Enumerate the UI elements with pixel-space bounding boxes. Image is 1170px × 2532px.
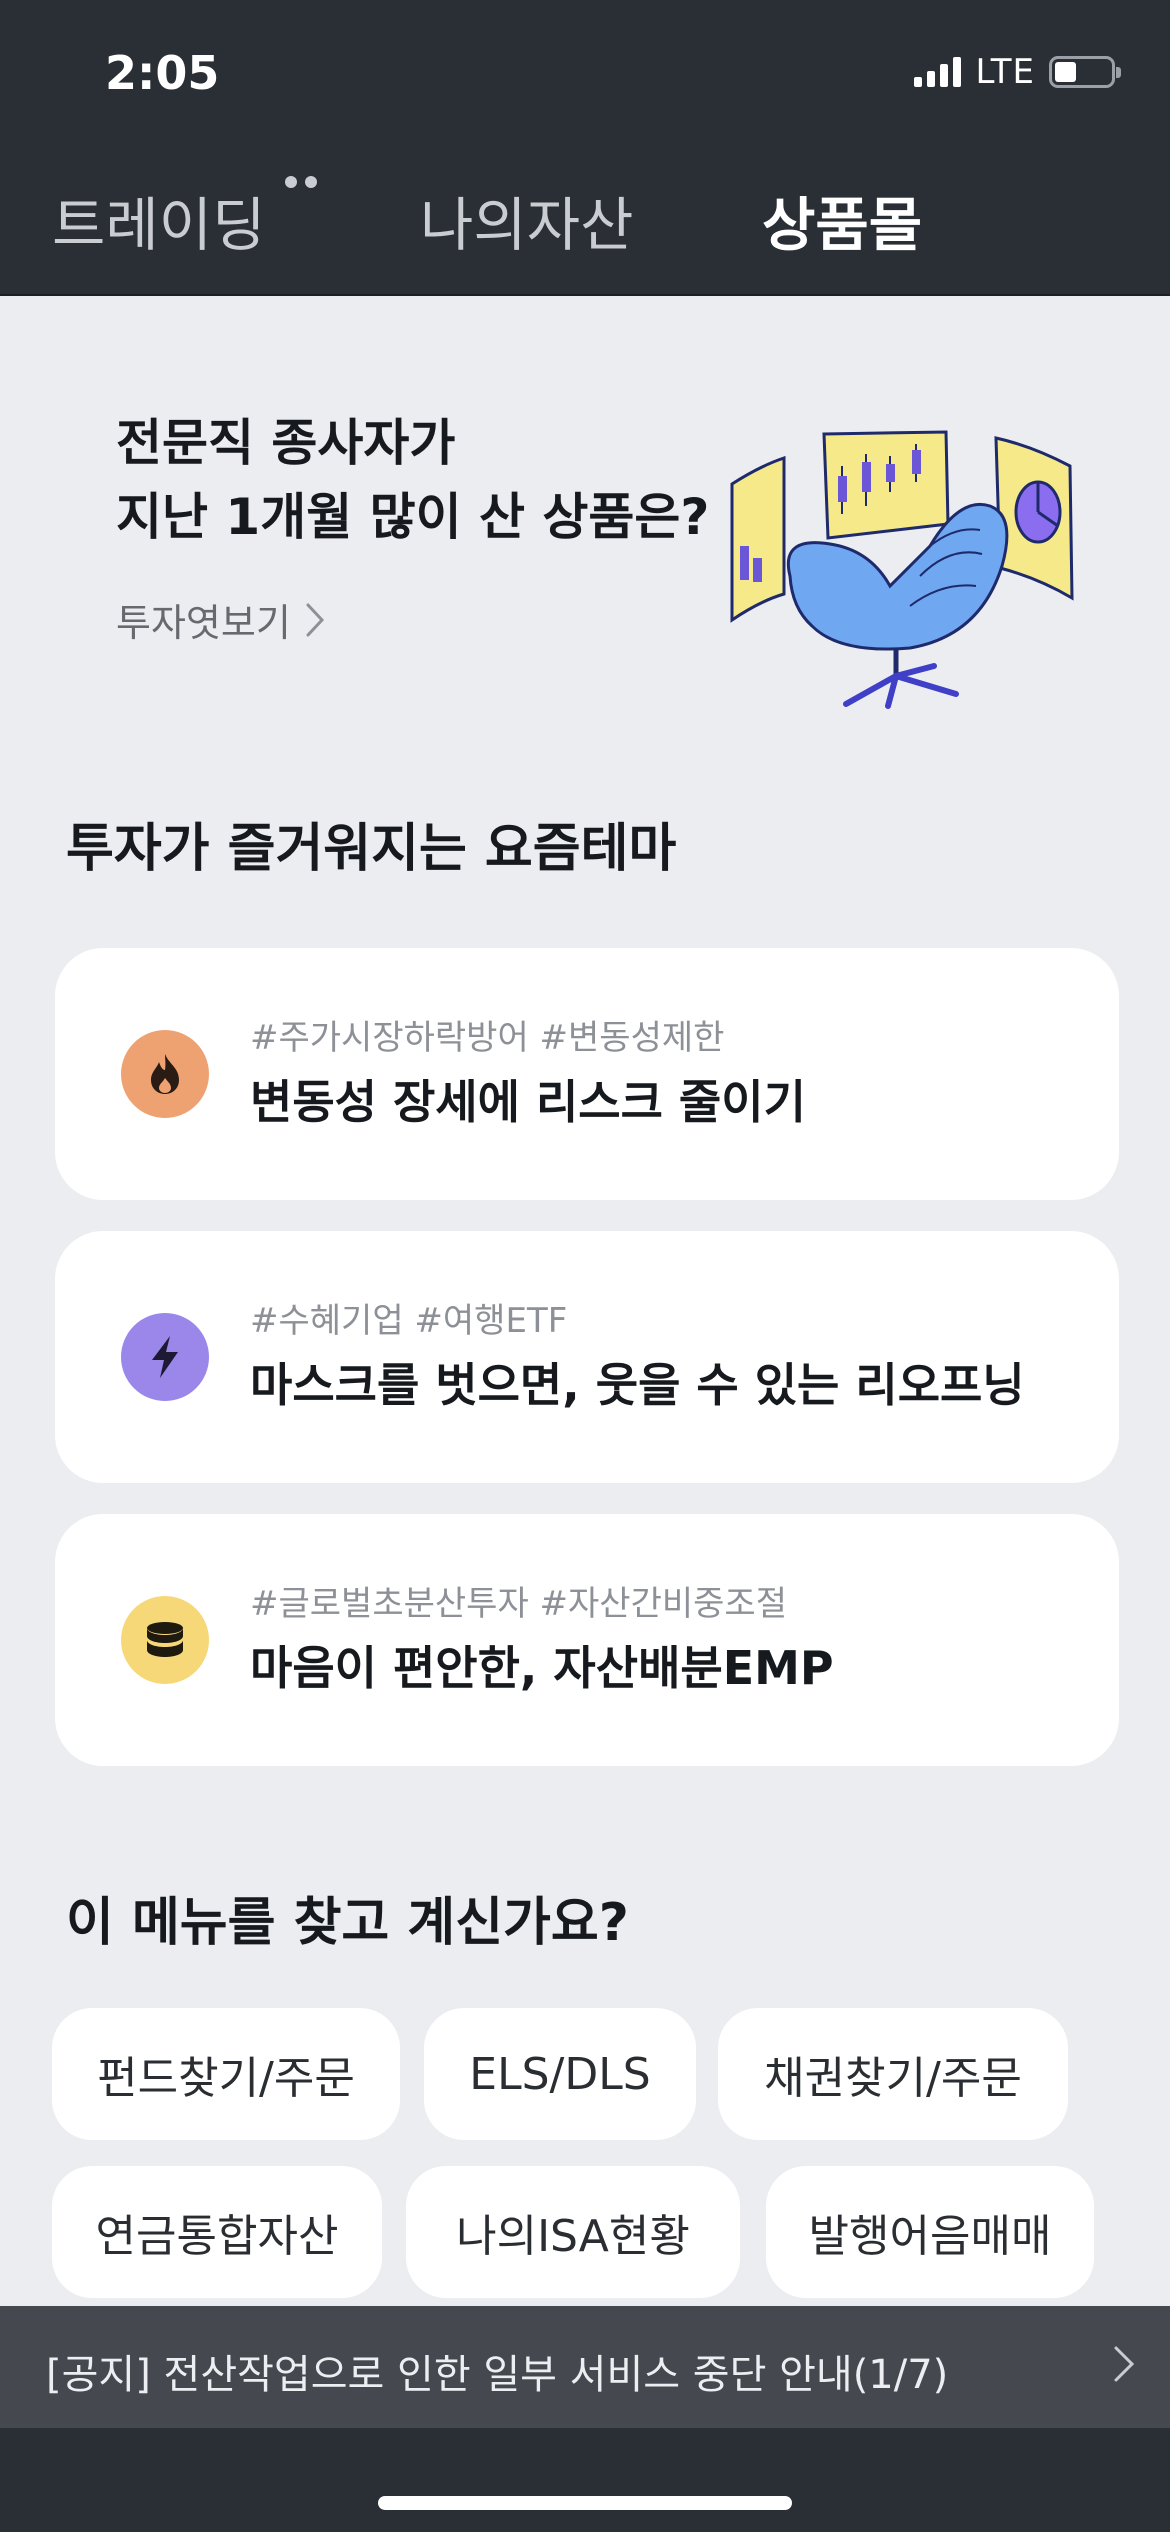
coins-stack-icon <box>121 1596 209 1684</box>
signal-bars-icon <box>914 57 962 87</box>
top-nav: 트레이딩 나의자산 상품몰 <box>0 150 1170 296</box>
theme-title: 변동성 장세에 리스크 줄이기 <box>250 1075 806 1129</box>
menu-chip-pension-assets[interactable]: 연금통합자산 <box>52 2166 382 2298</box>
notice-bar[interactable]: [공지] 전산작업으로 인한 일부 서비스 중단 안내(1/7) <box>0 2306 1170 2428</box>
tab-my-assets[interactable]: 나의자산 <box>420 178 633 262</box>
menu-chip-isa-status[interactable]: 나의ISA현황 <box>406 2166 740 2298</box>
status-time: 2:05 <box>105 46 220 100</box>
menu-section-title: 이 메뉴를 찾고 계신가요? <box>66 1893 629 1953</box>
theme-card[interactable]: #주가시장하락방어 #변동성제한 변동성 장세에 리스크 줄이기 <box>55 948 1119 1200</box>
theme-card[interactable]: #글로벌초분산투자 #자산간비중조절 마음이 편안한, 자산배분EMP <box>55 1514 1119 1766</box>
chevron-right-icon <box>306 603 324 636</box>
theme-tags: #글로벌초분산투자 #자산간비중조절 <box>250 1584 787 1624</box>
status-indicators: LTE <box>914 52 1121 92</box>
lightning-icon <box>121 1313 209 1401</box>
promo-banner[interactable]: 전문직 종사자가 지난 1개월 많이 산 상품은? 투자엿보기 <box>0 296 1170 756</box>
menu-chip-els-dls[interactable]: ELS/DLS <box>424 2008 696 2140</box>
theme-tags: #수혜기업 #여행ETF <box>250 1301 568 1341</box>
more-dots-icon <box>285 176 318 188</box>
banner-title-line-2: 지난 1개월 많이 산 상품은? <box>116 488 710 546</box>
theme-title: 마음이 편안한, 자산배분EMP <box>250 1641 834 1695</box>
menu-chip-fund-search[interactable]: 펀드찾기/주문 <box>52 2008 400 2140</box>
banner-link[interactable]: 투자엿보기 <box>116 592 325 647</box>
banner-link-label: 투자엿보기 <box>116 601 291 645</box>
theme-tags: #주가시장하락방어 #변동성제한 <box>250 1018 725 1058</box>
theme-title: 마스크를 벗으면, 웃을 수 있는 리오프닝 <box>250 1358 1025 1412</box>
tab-trading[interactable]: 트레이딩 <box>52 176 318 262</box>
notice-text: [공지] 전산작업으로 인한 일부 서비스 중단 안내(1/7) <box>46 2352 949 2398</box>
tab-trading-label: 트레이딩 <box>52 191 266 259</box>
tab-product-mall-label: 상품몰 <box>762 191 923 259</box>
menu-chip-issued-notes[interactable]: 발행어음매매 <box>766 2166 1094 2298</box>
network-label: LTE <box>975 52 1035 92</box>
banner-title: 전문직 종사자가 지난 1개월 많이 산 상품은? <box>116 406 709 554</box>
tab-product-mall[interactable]: 상품몰 <box>762 178 922 262</box>
battery-icon <box>1049 56 1121 88</box>
banner-title-line-1: 전문직 종사자가 <box>116 414 456 472</box>
home-indicator-area <box>0 2428 1170 2532</box>
chevron-right-icon <box>1114 2346 1135 2382</box>
theme-card[interactable]: #수혜기업 #여행ETF 마스크를 벗으면, 웃을 수 있는 리오프닝 <box>55 1231 1119 1483</box>
home-indicator[interactable] <box>378 2496 792 2510</box>
menu-chip-bond-search[interactable]: 채권찾기/주문 <box>718 2008 1068 2140</box>
fire-icon <box>121 1030 209 1118</box>
themes-section-title: 투자가 즐거워지는 요즘테마 <box>66 819 677 879</box>
tab-my-assets-label: 나의자산 <box>420 191 634 259</box>
status-bar: 2:05 LTE <box>0 0 1170 150</box>
armchair-with-charts-illustration <box>730 430 1074 709</box>
